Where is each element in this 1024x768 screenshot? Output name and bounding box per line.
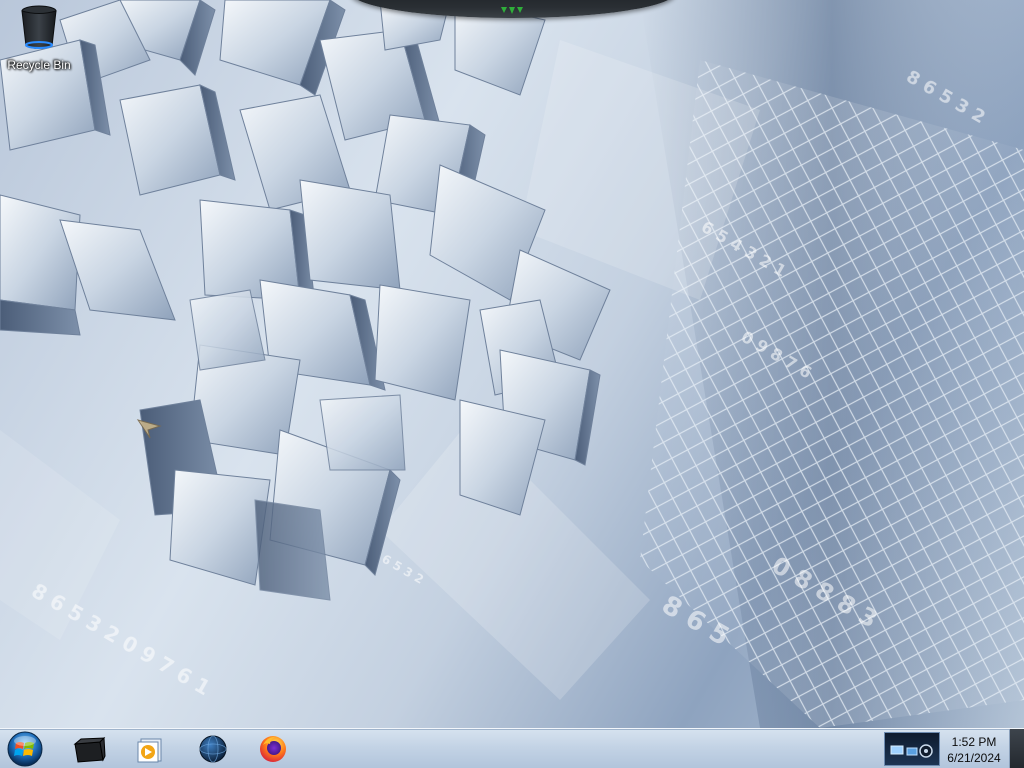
mouse-cursor-icon: [136, 419, 162, 439]
desktop: 8 6 5 3 2 8 6 5 3 2 0 9 7 6 1 8 6 5 0 8 …: [0, 0, 1024, 768]
wallpaper: 8 6 5 3 2 8 6 5 3 2 0 9 7 6 1 8 6 5 0 8 …: [0, 0, 1024, 728]
firefox-icon: [260, 736, 286, 762]
tray-icons-area[interactable]: [884, 732, 940, 766]
taskbar-globe-app-button[interactable]: [186, 731, 240, 767]
recycle-bin-desktop-icon[interactable]: Recycle Bin: [4, 4, 74, 74]
dark-folder-icon: [73, 736, 106, 763]
clock-date: 6/21/2024: [947, 751, 1001, 765]
svg-text:8 6 5 3 2 0 9 7 6 1: 8 6 5 3 2 0 9 7 6 1: [28, 579, 215, 701]
show-desktop-button[interactable]: [1009, 729, 1024, 768]
taskbar-firefox-button[interactable]: [246, 731, 300, 767]
taskbar-file-explorer-button[interactable]: [62, 731, 116, 767]
clock-time: 1:52 PM: [951, 735, 997, 749]
media-player-icon: [137, 738, 162, 763]
dock-arrow-indicator-icon[interactable]: [497, 6, 527, 16]
start-button[interactable]: [4, 730, 46, 768]
system-tray: 1:52 PM 6/21/2024: [884, 730, 1024, 768]
taskbar-media-player-button[interactable]: [122, 731, 176, 767]
network-icon[interactable]: [885, 733, 939, 765]
taskbar: 1:52 PM 6/21/2024: [0, 728, 1024, 768]
taskbar-clock[interactable]: 1:52 PM 6/21/2024: [942, 734, 1006, 766]
recycle-bin-icon: [21, 5, 57, 49]
windows-start-orb-icon: [7, 731, 43, 767]
globe-icon: [199, 735, 227, 763]
recycle-bin-label: Recycle Bin: [7, 58, 71, 72]
